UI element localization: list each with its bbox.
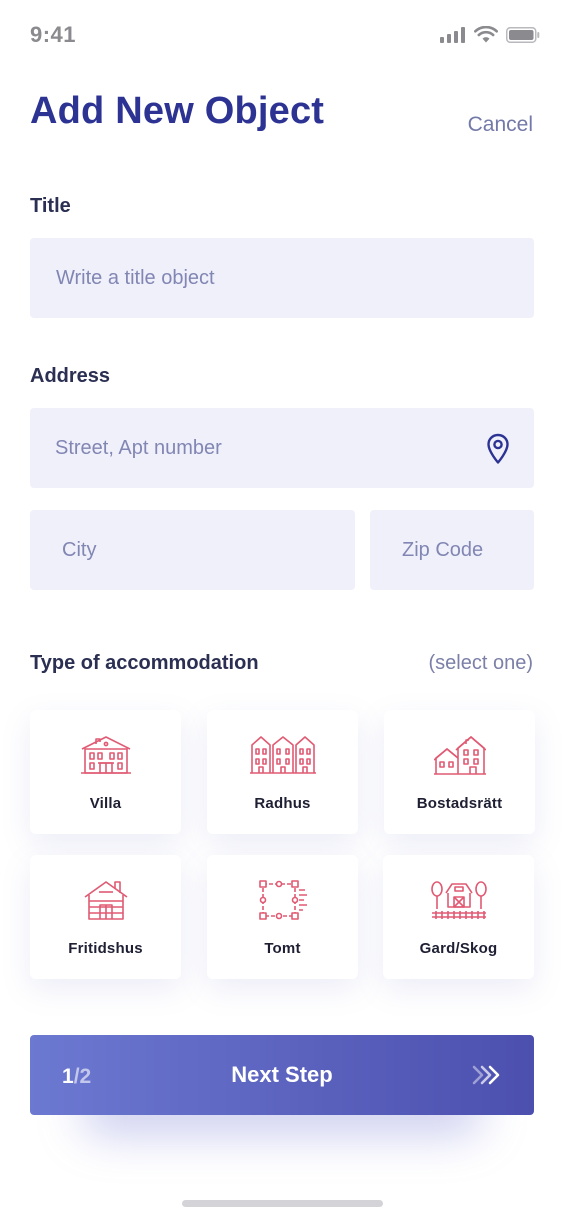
accommodation-option-fritidshus[interactable]: Fritidshus bbox=[30, 855, 181, 979]
accommodation-option-label: Fritidshus bbox=[68, 940, 143, 957]
next-step-button[interactable]: 1/2 Next Step bbox=[30, 1035, 534, 1115]
status-time: 9:41 bbox=[30, 22, 77, 47]
accommodation-option-villa[interactable]: Villa bbox=[30, 710, 181, 834]
cabin-icon bbox=[84, 881, 127, 920]
battery-icon bbox=[506, 26, 540, 43]
double-chevron-right-icon bbox=[472, 1065, 500, 1085]
accommodation-option-radhus[interactable]: Radhus bbox=[207, 710, 358, 834]
title-label: Title bbox=[30, 195, 71, 217]
cancel-button[interactable]: Cancel bbox=[468, 113, 533, 137]
accommodation-option-gard-skog[interactable]: Gard/Skog bbox=[383, 855, 534, 979]
apartment-icon bbox=[433, 736, 486, 775]
accommodation-option-label: Tomt bbox=[264, 940, 301, 957]
street-input[interactable] bbox=[53, 435, 474, 461]
accommodation-option-label: Radhus bbox=[254, 795, 311, 812]
zip-input[interactable] bbox=[400, 537, 534, 563]
city-field[interactable] bbox=[30, 510, 355, 590]
next-step-label: Next Step bbox=[231, 1062, 333, 1087]
cellular-signal-icon bbox=[440, 26, 465, 43]
location-pin-icon[interactable] bbox=[486, 433, 510, 465]
title-field[interactable] bbox=[30, 238, 534, 318]
city-input[interactable] bbox=[60, 537, 355, 563]
accommodation-option-label: Gard/Skog bbox=[419, 940, 498, 957]
farm-icon bbox=[430, 881, 487, 919]
zip-field[interactable] bbox=[370, 510, 534, 590]
row-house-icon bbox=[249, 736, 316, 774]
page-title: Add New Object bbox=[30, 90, 325, 132]
address-label: Address bbox=[30, 365, 111, 387]
accommodation-option-label: Villa bbox=[89, 795, 122, 812]
accommodation-label: Type of accommodation bbox=[30, 652, 259, 674]
wifi-icon bbox=[474, 26, 498, 43]
title-input[interactable] bbox=[54, 265, 534, 291]
street-field[interactable] bbox=[30, 408, 534, 488]
select-hint: (select one) bbox=[428, 652, 534, 674]
status-icons bbox=[440, 26, 540, 43]
accommodation-option-label: Bostadsrätt bbox=[416, 795, 503, 812]
accommodation-option-tomt[interactable]: Tomt bbox=[207, 855, 358, 979]
home-indicator[interactable] bbox=[182, 1200, 383, 1207]
accommodation-option-bostadsratt[interactable]: Bostadsrätt bbox=[384, 710, 535, 834]
villa-icon bbox=[80, 736, 131, 774]
plot-icon bbox=[258, 880, 307, 920]
